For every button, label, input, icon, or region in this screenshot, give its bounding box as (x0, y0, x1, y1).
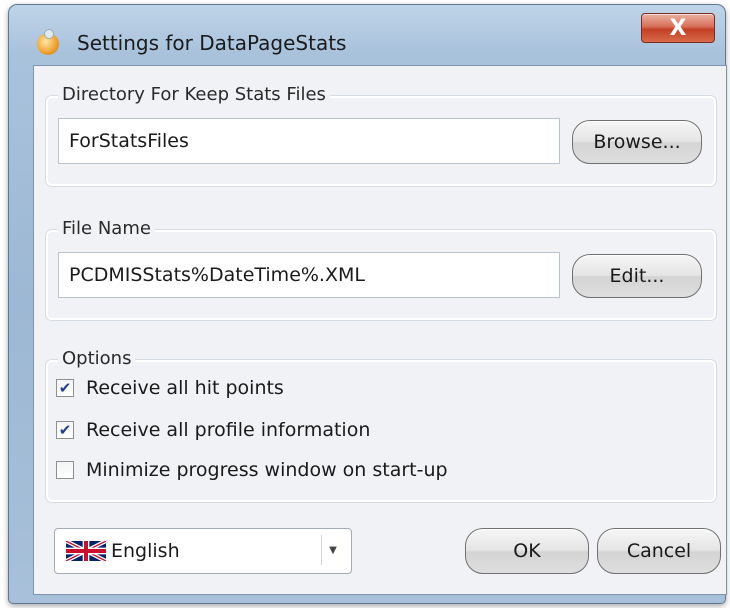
cancel-button[interactable]: Cancel (597, 528, 721, 574)
directory-input[interactable]: ForStatsFiles (58, 118, 560, 164)
uk-flag-icon (65, 541, 107, 561)
language-select[interactable]: English ▼ (54, 528, 352, 574)
option-label: Minimize progress window on start-up (86, 459, 448, 481)
option-minimize-progress[interactable]: Minimize progress window on start-up (56, 456, 448, 484)
filename-group: File Name PCDMISStats%DateTime%.XML Edit… (46, 218, 716, 320)
option-receive-hit-points[interactable]: ✔ Receive all hit points (56, 374, 284, 402)
browse-button[interactable]: Browse... (572, 120, 702, 164)
window-title: Settings for DataPageStats (77, 31, 347, 55)
language-select-value: English (111, 540, 180, 562)
option-receive-profile-info[interactable]: ✔ Receive all profile information (56, 416, 370, 444)
chevron-down-icon[interactable]: ▼ (321, 535, 344, 565)
directory-group-legend: Directory For Keep Stats Files (58, 84, 330, 105)
directory-group: Directory For Keep Stats Files ForStatsF… (46, 84, 716, 186)
app-icon (37, 29, 59, 55)
option-label: Receive all profile information (86, 419, 371, 441)
hit-points-checkbox[interactable]: ✔ (56, 379, 74, 397)
filename-group-legend: File Name (58, 218, 155, 239)
close-button[interactable]: X (641, 13, 715, 43)
option-label: Receive all hit points (86, 377, 284, 399)
dialog-content: Directory For Keep Stats Files ForStatsF… (33, 65, 727, 595)
minimize-progress-checkbox[interactable] (56, 461, 74, 479)
ok-button[interactable]: OK (465, 528, 589, 574)
options-group-legend: Options (58, 348, 136, 369)
edit-button[interactable]: Edit... (572, 254, 702, 298)
profile-info-checkbox[interactable]: ✔ (56, 421, 74, 439)
filename-input[interactable]: PCDMISStats%DateTime%.XML (58, 252, 560, 298)
options-group: Options ✔ Receive all hit points ✔ Recei… (46, 348, 716, 502)
settings-dialog: Settings for DataPageStats X Directory F… (8, 4, 727, 604)
